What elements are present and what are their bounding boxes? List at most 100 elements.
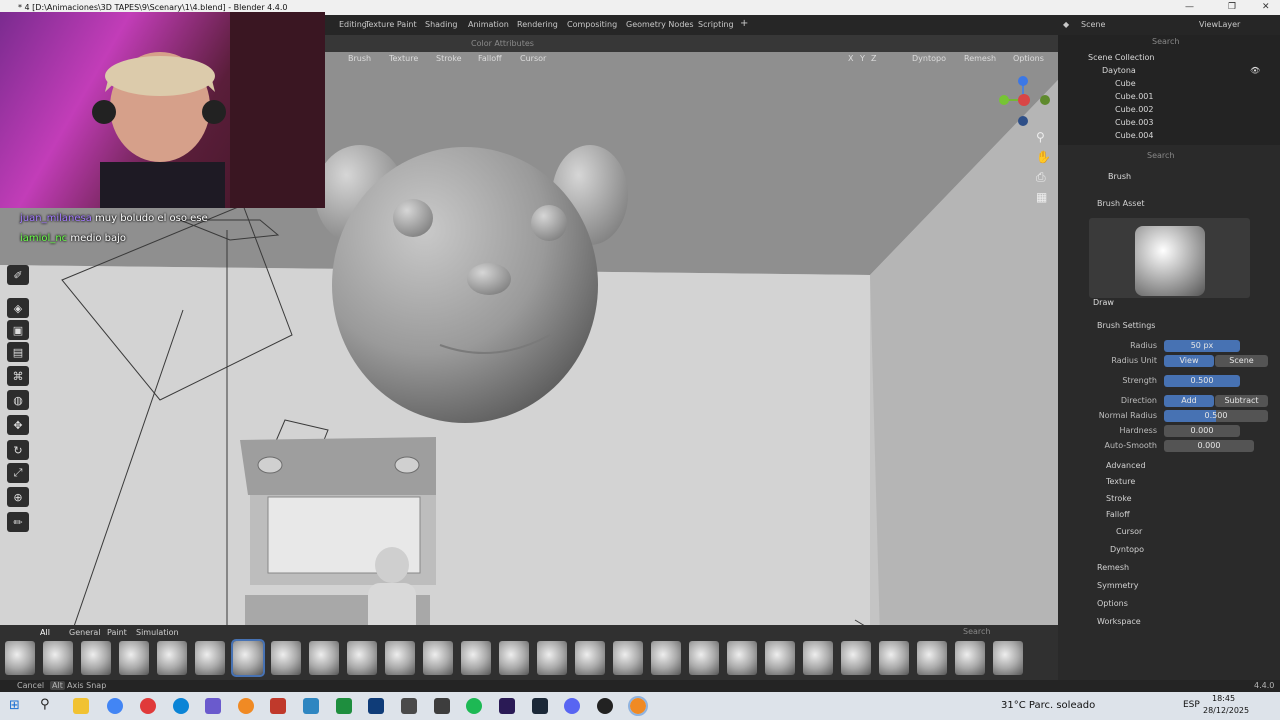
brush-thumbnail[interactable] bbox=[1089, 218, 1250, 298]
brush-icon[interactable] bbox=[43, 641, 73, 675]
tool-grab-icon[interactable]: ◈ bbox=[7, 298, 29, 318]
viewlayer-name[interactable]: ViewLayer bbox=[1199, 20, 1240, 29]
brush-icon[interactable] bbox=[993, 641, 1023, 675]
photos-icon[interactable] bbox=[303, 698, 319, 714]
brush-icon[interactable] bbox=[955, 641, 985, 675]
brush-icon[interactable] bbox=[651, 641, 681, 675]
brush-icon[interactable] bbox=[727, 641, 757, 675]
section-symmetry[interactable]: Symmetry bbox=[1097, 581, 1138, 590]
brush-icon[interactable] bbox=[119, 641, 149, 675]
brush-asset-panel[interactable]: Brush Asset bbox=[1097, 199, 1145, 208]
strength-field[interactable]: 0.500 bbox=[1164, 375, 1240, 387]
ortho-grid-icon[interactable]: ▦ bbox=[1036, 190, 1047, 204]
outliner-item[interactable]: Cube.003 bbox=[1115, 118, 1153, 127]
visibility-eye-icon[interactable]: 👁 bbox=[1250, 66, 1260, 75]
tool-annotate-icon[interactable]: ✏ bbox=[7, 512, 29, 532]
symmetry-z[interactable]: Z bbox=[871, 54, 876, 63]
app-icon[interactable] bbox=[205, 698, 221, 714]
tool-scale-icon[interactable]: ⤢ bbox=[7, 463, 29, 483]
weather-text[interactable]: 31°C Parc. soleado bbox=[1001, 700, 1095, 711]
normal-radius-field[interactable]: 0.500 bbox=[1164, 410, 1268, 422]
discord-icon[interactable] bbox=[564, 698, 580, 714]
color-attributes-dropdown[interactable]: Color Attributes bbox=[471, 39, 534, 48]
tab-rendering[interactable]: Rendering bbox=[517, 20, 558, 29]
obs-icon[interactable] bbox=[597, 698, 613, 714]
subsection-texture[interactable]: Texture bbox=[1106, 477, 1135, 486]
tool-face-sets-icon[interactable]: ▤ bbox=[7, 342, 29, 362]
brush-icon[interactable] bbox=[575, 641, 605, 675]
section-dyntopo[interactable]: Dyntopo bbox=[1110, 545, 1144, 554]
symmetry-x[interactable]: X bbox=[848, 54, 853, 63]
brush-icon[interactable] bbox=[271, 641, 301, 675]
language-indicator[interactable]: ESP bbox=[1183, 700, 1200, 710]
brush-icon[interactable] bbox=[157, 641, 187, 675]
close-button[interactable]: ✕ bbox=[1262, 0, 1270, 15]
falloff-menu[interactable]: Falloff bbox=[478, 54, 502, 63]
brush-icon[interactable] bbox=[385, 641, 415, 675]
minimize-button[interactable]: — bbox=[1185, 0, 1194, 15]
section-options[interactable]: Options bbox=[1097, 599, 1128, 608]
symmetry-y[interactable]: Y bbox=[860, 54, 865, 63]
pt-icon[interactable] bbox=[336, 698, 352, 714]
tool-cloth-icon[interactable]: ◍ bbox=[7, 390, 29, 410]
outliner-item[interactable]: Cube.002 bbox=[1115, 105, 1153, 114]
blender-active-icon[interactable] bbox=[628, 696, 648, 716]
brush-settings-panel[interactable]: Brush Settings bbox=[1097, 321, 1155, 330]
subsection-stroke[interactable]: Stroke bbox=[1106, 494, 1132, 503]
tool-mask-icon[interactable]: ▣ bbox=[7, 320, 29, 340]
maximize-button[interactable]: ❐ bbox=[1228, 0, 1236, 15]
hardness-field[interactable]: 0.000 bbox=[1164, 425, 1240, 437]
brush-icon[interactable] bbox=[841, 641, 871, 675]
blender-icon[interactable] bbox=[238, 698, 254, 714]
steam-icon[interactable] bbox=[532, 698, 548, 714]
radius-field[interactable]: 50 px bbox=[1164, 340, 1240, 352]
brush-icon[interactable] bbox=[347, 641, 377, 675]
dropbox-icon[interactable] bbox=[434, 698, 450, 714]
tool-clay-icon[interactable]: ✐ bbox=[7, 265, 29, 285]
navigation-gizmo[interactable] bbox=[995, 72, 1055, 132]
video-editor-icon[interactable] bbox=[270, 698, 286, 714]
tab-shading[interactable]: Shading bbox=[425, 20, 458, 29]
tab-geometry-nodes[interactable]: Geometry Nodes bbox=[626, 20, 693, 29]
tool-transform-icon[interactable]: ⊕ bbox=[7, 487, 29, 507]
options-dropdown[interactable]: Options bbox=[1013, 54, 1044, 63]
after-effects-icon[interactable] bbox=[499, 698, 515, 714]
scene-collection[interactable]: Scene Collection bbox=[1088, 53, 1155, 62]
radius-unit-view[interactable]: View bbox=[1164, 355, 1214, 367]
remesh-dropdown[interactable]: Remesh bbox=[964, 54, 996, 63]
subsection-advanced[interactable]: Advanced bbox=[1106, 461, 1146, 470]
spotify-icon[interactable] bbox=[466, 698, 482, 714]
camera-view-icon[interactable]: ⎙ bbox=[1036, 170, 1046, 185]
brush-icon[interactable] bbox=[5, 641, 35, 675]
outliner-item[interactable]: Cube bbox=[1115, 79, 1136, 88]
tab-scripting[interactable]: Scripting bbox=[698, 20, 734, 29]
shelf-tab-paint[interactable]: Paint bbox=[107, 628, 127, 637]
brush-icon[interactable] bbox=[879, 641, 909, 675]
file-explorer-icon[interactable] bbox=[73, 698, 89, 714]
brush-icon[interactable] bbox=[537, 641, 567, 675]
pan-hand-icon[interactable]: ✋ bbox=[1036, 150, 1051, 164]
subsection-falloff[interactable]: Falloff bbox=[1106, 510, 1130, 519]
section-workspace[interactable]: Workspace bbox=[1097, 617, 1141, 626]
tab-texture-paint[interactable]: Texture Paint bbox=[365, 20, 417, 29]
opera-icon[interactable] bbox=[140, 698, 156, 714]
tab-compositing[interactable]: Compositing bbox=[567, 20, 617, 29]
brush-draw-icon[interactable] bbox=[231, 639, 265, 677]
tool-filter-icon[interactable]: ⌘ bbox=[7, 366, 29, 386]
clock-time[interactable]: 18:45 bbox=[1212, 694, 1235, 703]
brush-icon[interactable] bbox=[423, 641, 453, 675]
properties-search[interactable]: Search bbox=[1147, 151, 1174, 160]
add-workspace-button[interactable]: + bbox=[740, 18, 748, 29]
collection-daytona[interactable]: Daytona bbox=[1102, 66, 1136, 75]
v-app-icon[interactable] bbox=[368, 698, 384, 714]
subsection-cursor[interactable]: Cursor bbox=[1116, 527, 1142, 536]
tab-animation[interactable]: Animation bbox=[468, 20, 509, 29]
direction-subtract[interactable]: Subtract bbox=[1215, 395, 1268, 407]
tool-rotate-icon[interactable]: ↻ bbox=[7, 440, 29, 460]
brush-icon[interactable] bbox=[917, 641, 947, 675]
section-remesh[interactable]: Remesh bbox=[1097, 563, 1129, 572]
outliner-item[interactable]: Cube.001 bbox=[1115, 92, 1153, 101]
edge-icon[interactable] bbox=[173, 698, 189, 714]
shelf-search[interactable]: Search bbox=[963, 627, 990, 636]
tool-move-icon[interactable]: ✥ bbox=[7, 415, 29, 435]
